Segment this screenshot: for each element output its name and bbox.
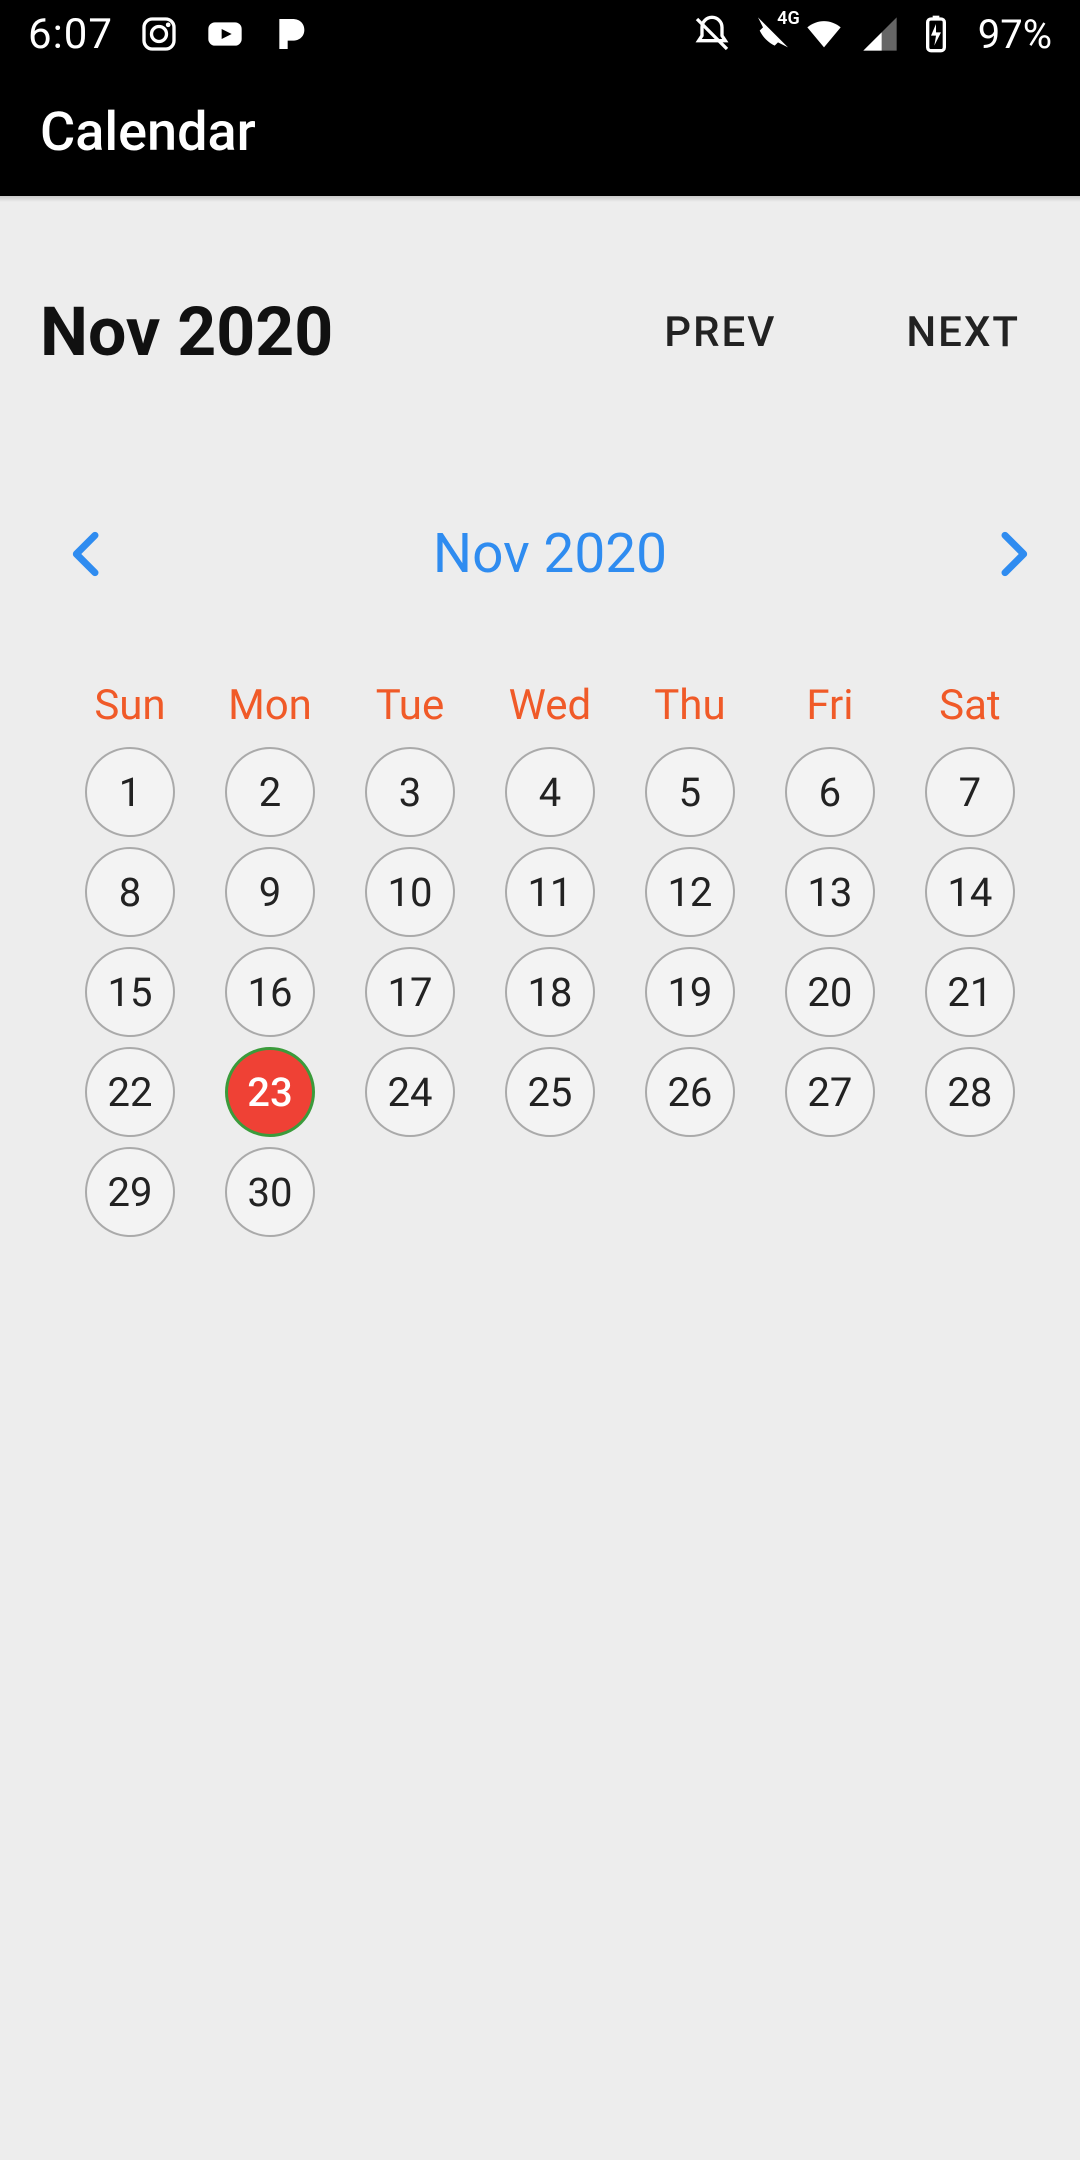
day[interactable]: 6 bbox=[785, 747, 875, 837]
day-cell: 6 bbox=[760, 742, 900, 842]
day[interactable]: 10 bbox=[365, 847, 455, 937]
day-cell: 21 bbox=[900, 942, 1040, 1042]
day[interactable]: 5 bbox=[645, 747, 735, 837]
day[interactable]: 12 bbox=[645, 847, 735, 937]
day-cell: 13 bbox=[760, 842, 900, 942]
do-not-disturb-off-icon bbox=[692, 14, 732, 54]
day-cell: 12 bbox=[620, 842, 760, 942]
day-cell: 14 bbox=[900, 842, 1040, 942]
day-cell: 9 bbox=[200, 842, 340, 942]
pandora-icon bbox=[271, 14, 311, 54]
prev-button[interactable]: PREV bbox=[664, 308, 776, 357]
days-grid: 1234567891011121314151617181920212223242… bbox=[60, 742, 1040, 1242]
day[interactable]: 27 bbox=[785, 1047, 875, 1137]
day-cell: 5 bbox=[620, 742, 760, 842]
weekday-label: Wed bbox=[480, 681, 620, 730]
day[interactable]: 8 bbox=[85, 847, 175, 937]
day-cell: 24 bbox=[340, 1042, 480, 1142]
instagram-icon bbox=[139, 14, 179, 54]
weekday-label: Thu bbox=[620, 681, 760, 730]
weekday-row: SunMonTueWedThuFriSat bbox=[60, 681, 1040, 730]
month-nav-row: Nov 2020 PREV NEXT bbox=[0, 202, 1080, 412]
day-cell: 18 bbox=[480, 942, 620, 1042]
month-label: Nov 2020 bbox=[40, 292, 333, 372]
day-cell: 4 bbox=[480, 742, 620, 842]
battery-charging-icon bbox=[916, 14, 956, 54]
day[interactable]: 17 bbox=[365, 947, 455, 1037]
day[interactable]: 25 bbox=[505, 1047, 595, 1137]
day[interactable]: 15 bbox=[85, 947, 175, 1037]
day-cell: 23 bbox=[200, 1042, 340, 1142]
status-bar: 6:07 4G 97% bbox=[0, 0, 1080, 68]
status-bar-left: 6:07 bbox=[28, 10, 311, 59]
day[interactable]: 9 bbox=[225, 847, 315, 937]
day-cell: 16 bbox=[200, 942, 340, 1042]
day[interactable]: 18 bbox=[505, 947, 595, 1037]
day[interactable]: 11 bbox=[505, 847, 595, 937]
day[interactable]: 7 bbox=[925, 747, 1015, 837]
day[interactable]: 2 bbox=[225, 747, 315, 837]
youtube-icon bbox=[205, 14, 245, 54]
chevron-left-icon[interactable] bbox=[60, 526, 116, 582]
cell-signal-icon bbox=[860, 14, 900, 54]
chevron-right-icon[interactable] bbox=[984, 526, 1040, 582]
day-cell: 3 bbox=[340, 742, 480, 842]
day-cell: 22 bbox=[60, 1042, 200, 1142]
status-time: 6:07 bbox=[28, 10, 113, 59]
day[interactable]: 3 bbox=[365, 747, 455, 837]
day[interactable]: 21 bbox=[925, 947, 1015, 1037]
day[interactable]: 20 bbox=[785, 947, 875, 1037]
day[interactable]: 29 bbox=[85, 1147, 175, 1237]
day-cell: 11 bbox=[480, 842, 620, 942]
status-bar-right: 4G 97% bbox=[692, 11, 1052, 58]
day-cell: 2 bbox=[200, 742, 340, 842]
day-cell: 10 bbox=[340, 842, 480, 942]
battery-percentage: 97% bbox=[978, 11, 1052, 58]
day-cell: 1 bbox=[60, 742, 200, 842]
calendar: Nov 2020 SunMonTueWedThuFriSat 123456789… bbox=[0, 412, 1080, 1242]
wifi-icon bbox=[804, 14, 844, 54]
day-cell: 15 bbox=[60, 942, 200, 1042]
day-cell: 19 bbox=[620, 942, 760, 1042]
day-cell: 27 bbox=[760, 1042, 900, 1142]
weekday-label: Sat bbox=[900, 681, 1040, 730]
day-cell: 29 bbox=[60, 1142, 200, 1242]
weekday-label: Tue bbox=[340, 681, 480, 730]
day-cell: 8 bbox=[60, 842, 200, 942]
weekday-label: Fri bbox=[760, 681, 900, 730]
day[interactable]: 26 bbox=[645, 1047, 735, 1137]
day[interactable]: 30 bbox=[225, 1147, 315, 1237]
day-cell: 7 bbox=[900, 742, 1040, 842]
weekday-label: Sun bbox=[60, 681, 200, 730]
day[interactable]: 16 bbox=[225, 947, 315, 1037]
wifi-calling-4g-icon: 4G bbox=[748, 14, 788, 54]
day[interactable]: 22 bbox=[85, 1047, 175, 1137]
day[interactable]: 13 bbox=[785, 847, 875, 937]
next-button[interactable]: NEXT bbox=[906, 308, 1020, 357]
day[interactable]: 24 bbox=[365, 1047, 455, 1137]
day-cell: 17 bbox=[340, 942, 480, 1042]
weekday-label: Mon bbox=[200, 681, 340, 730]
calendar-header: Nov 2020 bbox=[60, 522, 1040, 586]
calendar-title[interactable]: Nov 2020 bbox=[433, 522, 667, 586]
app-bar: Calendar bbox=[0, 68, 1080, 196]
app-title: Calendar bbox=[40, 101, 256, 164]
day-cell: 30 bbox=[200, 1142, 340, 1242]
day[interactable]: 19 bbox=[645, 947, 735, 1037]
day-selected[interactable]: 23 bbox=[225, 1047, 315, 1137]
day[interactable]: 1 bbox=[85, 747, 175, 837]
day[interactable]: 4 bbox=[505, 747, 595, 837]
day[interactable]: 28 bbox=[925, 1047, 1015, 1137]
day-cell: 26 bbox=[620, 1042, 760, 1142]
day-cell: 20 bbox=[760, 942, 900, 1042]
day-cell: 25 bbox=[480, 1042, 620, 1142]
day[interactable]: 14 bbox=[925, 847, 1015, 937]
day-cell: 28 bbox=[900, 1042, 1040, 1142]
